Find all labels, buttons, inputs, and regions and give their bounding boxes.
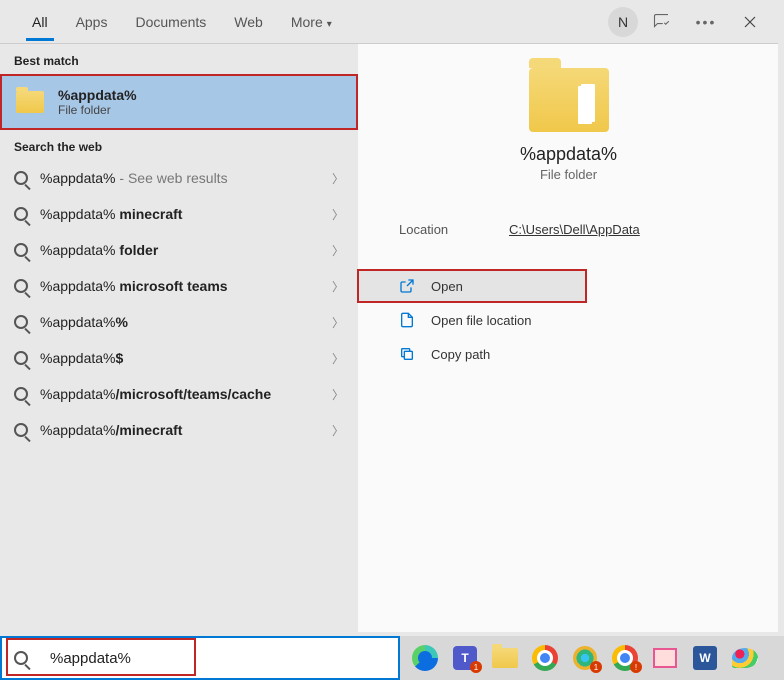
search-icon <box>14 243 28 257</box>
web-result-item[interactable]: %appdata%% 〉 <box>0 304 358 340</box>
windows-search-panel: All Apps Documents Web More▾ N ••• Best … <box>0 0 778 632</box>
best-match-header: Best match <box>0 44 358 74</box>
chevron-right-icon: 〉 <box>332 170 344 187</box>
filelocation-icon <box>399 312 419 328</box>
taskbar-app-teams[interactable]: 1 <box>446 639 484 677</box>
web-result-item[interactable]: %appdata%$ 〉 <box>0 340 358 376</box>
preview-title: %appdata% <box>359 144 778 165</box>
search-icon <box>14 651 28 665</box>
search-icon <box>14 207 28 221</box>
search-icon <box>14 387 28 401</box>
copypath-icon <box>399 346 419 362</box>
web-result-item[interactable]: %appdata% microsoft teams 〉 <box>0 268 358 304</box>
tab-all[interactable]: All <box>18 4 62 40</box>
web-result-item[interactable]: %appdata%/minecraft 〉 <box>0 412 358 448</box>
search-icon <box>14 423 28 437</box>
results-pane: Best match %appdata% File folder Search … <box>0 44 358 632</box>
chevron-right-icon: 〉 <box>332 242 344 259</box>
feedback-icon[interactable] <box>642 2 682 42</box>
search-input[interactable] <box>40 650 398 667</box>
search-icon <box>14 279 28 293</box>
taskbar-app-chrome[interactable] <box>526 639 564 677</box>
more-options-icon[interactable]: ••• <box>686 2 726 42</box>
action-copy-path[interactable]: Copy path <box>359 337 778 371</box>
chevron-right-icon: 〉 <box>332 206 344 223</box>
taskbar: 1 1 ! W <box>400 636 784 680</box>
tab-more[interactable]: More▾ <box>277 4 346 40</box>
taskbar-app-explorer[interactable] <box>486 639 524 677</box>
preview-pane: %appdata% File folder Location C:\Users\… <box>358 44 778 632</box>
best-match-result[interactable]: %appdata% File folder <box>0 74 358 130</box>
taskbar-app-word[interactable]: W <box>686 639 724 677</box>
location-label: Location <box>399 222 509 237</box>
user-avatar[interactable]: N <box>608 7 638 37</box>
search-icon <box>14 315 28 329</box>
chevron-down-icon: ▾ <box>327 19 332 30</box>
web-result-item[interactable]: %appdata%/microsoft/teams/cache 〉 <box>0 376 358 412</box>
location-value[interactable]: C:\Users\Dell\AppData <box>509 222 640 237</box>
taskbar-app-slack[interactable]: 1 <box>566 639 604 677</box>
search-icon <box>14 171 28 185</box>
tab-documents[interactable]: Documents <box>121 4 220 40</box>
tab-apps[interactable]: Apps <box>62 4 122 40</box>
tab-web[interactable]: Web <box>220 4 277 40</box>
open-icon <box>399 278 419 294</box>
taskbar-app-chrome-2[interactable]: ! <box>606 639 644 677</box>
web-result-item[interactable]: %appdata% - See web results 〉 <box>0 160 358 196</box>
chevron-right-icon: 〉 <box>332 278 344 295</box>
chevron-right-icon: 〉 <box>332 422 344 439</box>
taskbar-search-box[interactable] <box>0 636 400 680</box>
folder-icon <box>16 91 44 113</box>
web-result-item[interactable]: %appdata% minecraft 〉 <box>0 196 358 232</box>
taskbar-app-snip[interactable] <box>646 639 684 677</box>
search-web-header: Search the web <box>0 130 358 160</box>
web-result-item[interactable]: %appdata% folder 〉 <box>0 232 358 268</box>
action-open[interactable]: Open <box>357 269 587 303</box>
search-icon <box>14 351 28 365</box>
best-match-title: %appdata% <box>58 87 137 103</box>
action-open-file-location[interactable]: Open file location <box>359 303 778 337</box>
chevron-right-icon: 〉 <box>332 350 344 367</box>
best-match-subtitle: File folder <box>58 103 137 117</box>
taskbar-app-paint[interactable] <box>726 639 764 677</box>
chevron-right-icon: 〉 <box>332 314 344 331</box>
chevron-right-icon: 〉 <box>332 386 344 403</box>
filter-tabs-row: All Apps Documents Web More▾ N ••• <box>0 0 778 44</box>
taskbar-app-edge[interactable] <box>406 639 444 677</box>
preview-subtitle: File folder <box>359 167 778 182</box>
folder-icon-large <box>529 68 609 132</box>
close-button[interactable] <box>730 2 770 42</box>
